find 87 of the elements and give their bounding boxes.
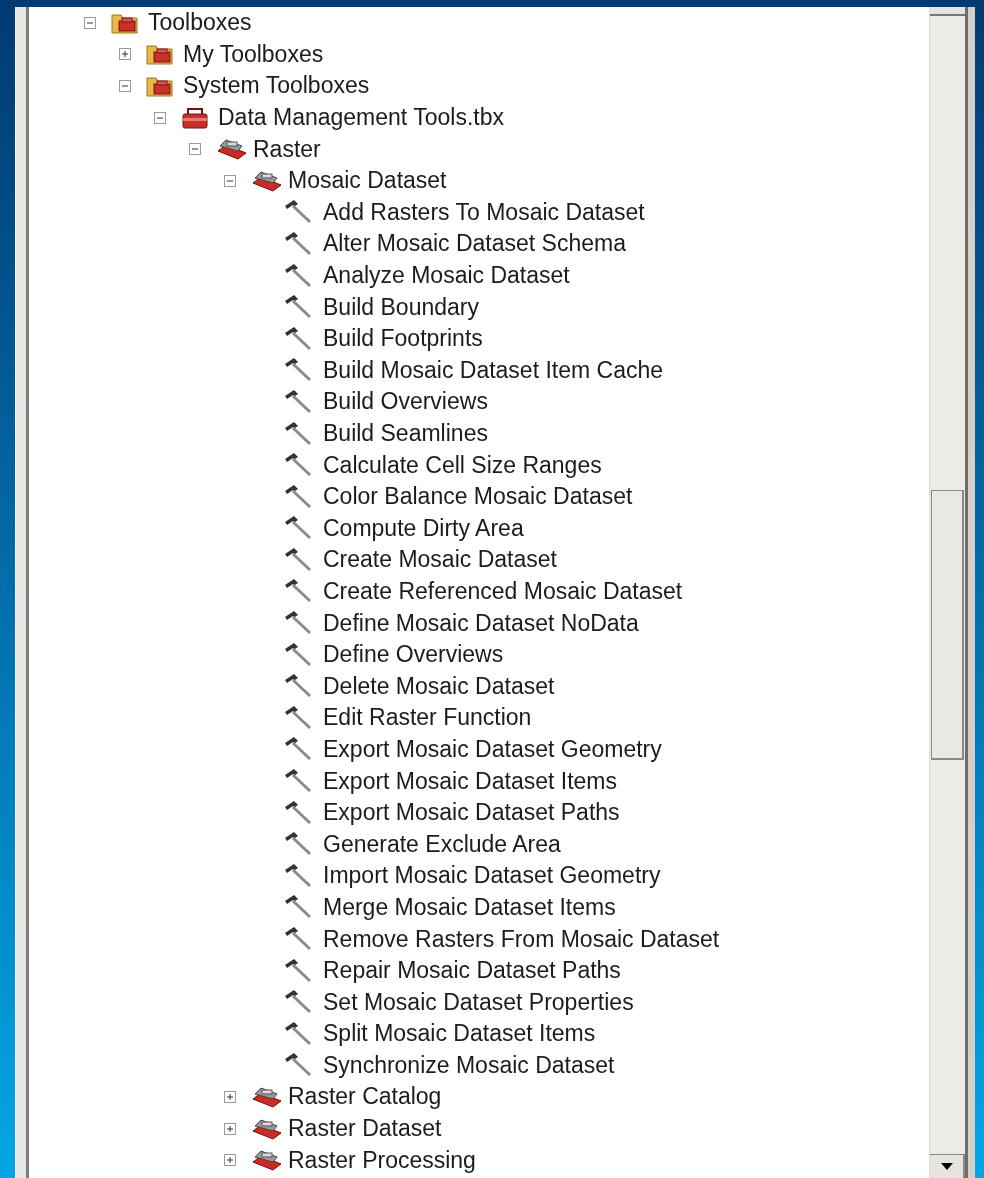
hammer-icon: [283, 483, 313, 510]
tree-item[interactable]: Build Footprints: [323, 327, 483, 351]
hammer-icon: [283, 862, 313, 889]
hammer-icon: [283, 578, 313, 605]
hammer-icon: [283, 1052, 313, 1079]
tree-item[interactable]: My Toolboxes: [183, 42, 324, 66]
hammer-icon: [283, 989, 313, 1016]
hammer-icon: [283, 262, 313, 289]
expand-icon[interactable]: [224, 1091, 236, 1103]
hammer-icon: [283, 641, 313, 668]
tree-item[interactable]: Delete Mosaic Dataset: [323, 674, 555, 698]
collapse-icon[interactable]: [84, 16, 96, 29]
scrollbar-thumb[interactable]: [931, 490, 964, 760]
toolbox-folder-icon: [145, 42, 175, 67]
tree-item[interactable]: Add Rasters To Mosaic Dataset: [323, 200, 645, 224]
tree-item[interactable]: Create Referenced Mosaic Dataset: [323, 580, 683, 603]
hammer-icon: [283, 546, 313, 573]
hammer-icon: [283, 704, 313, 731]
collapse-icon[interactable]: [224, 174, 236, 187]
tree-item[interactable]: Merge Mosaic Dataset Items: [323, 895, 616, 919]
expand-icon[interactable]: [119, 48, 131, 61]
tree-item[interactable]: Synchronize Mosaic Dataset: [323, 1053, 615, 1077]
tree-item[interactable]: Alter Mosaic Dataset Schema: [323, 232, 626, 256]
hammer-icon: [283, 610, 313, 637]
scrollbar[interactable]: [929, 7, 965, 1178]
hammer-icon: [283, 199, 313, 226]
tree-item[interactable]: Define Mosaic Dataset NoData: [323, 611, 639, 635]
tree-item[interactable]: Define Overviews: [323, 643, 504, 667]
tree-item[interactable]: Color Balance Mosaic Dataset: [323, 485, 633, 509]
expand-icon[interactable]: [224, 1122, 236, 1135]
hammer-icon: [283, 768, 313, 795]
toolset-icon: [250, 1148, 284, 1173]
tree-item[interactable]: Repair Mosaic Dataset Paths: [323, 959, 621, 983]
tree-item[interactable]: Build Boundary: [323, 295, 479, 319]
tree-item[interactable]: Build Overviews: [323, 390, 488, 414]
hammer-icon: [283, 894, 313, 921]
hammer-icon: [283, 230, 313, 257]
tree-item[interactable]: Create Mosaic Dataset: [323, 548, 557, 572]
toolset-icon: [250, 1116, 284, 1141]
collapse-icon[interactable]: [119, 80, 131, 92]
tree-item[interactable]: Build Seamlines: [323, 422, 488, 445]
toolset-icon: [250, 168, 284, 193]
scroll-up-button[interactable]: [930, 7, 965, 16]
tree-item[interactable]: Raster Processing: [288, 1148, 476, 1172]
collapse-icon[interactable]: [154, 111, 166, 124]
hammer-icon: [283, 294, 313, 321]
hammer-icon: [283, 831, 313, 858]
hammer-icon: [283, 673, 313, 700]
hammer-icon: [283, 926, 313, 952]
toolset-icon: [250, 1085, 284, 1109]
tree-item[interactable]: Export Mosaic Dataset Items: [323, 769, 617, 793]
hammer-icon: [283, 452, 313, 479]
tree-item[interactable]: Compute Dirty Area: [323, 516, 524, 540]
tree-item[interactable]: Generate Exclude Area: [323, 832, 561, 856]
hammer-icon: [283, 420, 313, 447]
hammer-icon: [283, 388, 313, 415]
toolset-icon: [215, 137, 249, 162]
hammer-icon: [283, 957, 313, 984]
tree-item[interactable]: Calculate Cell Size Ranges: [323, 453, 602, 477]
tree-item[interactable]: Export Mosaic Dataset Geometry: [323, 737, 662, 761]
tree-item[interactable]: System Toolboxes: [183, 74, 370, 98]
tree-item[interactable]: Import Mosaic Dataset Geometry: [323, 864, 661, 888]
down-arrow-icon: [940, 1163, 953, 1170]
tree-item[interactable]: Build Mosaic Dataset Item Cache: [323, 358, 664, 382]
tree-item[interactable]: Mosaic Dataset: [288, 169, 447, 193]
scroll-down-button[interactable]: [930, 1154, 965, 1178]
tree-item[interactable]: Set Mosaic Dataset Properties: [323, 990, 634, 1014]
tree-item[interactable]: Raster: [253, 137, 321, 161]
hammer-icon: [283, 357, 313, 384]
hammer-icon: [283, 325, 313, 352]
hammer-icon: [283, 515, 313, 542]
expand-icon[interactable]: [224, 1154, 236, 1167]
tree-item[interactable]: Raster Dataset: [288, 1117, 442, 1141]
hammer-icon: [283, 1020, 313, 1047]
tree-item[interactable]: Toolboxes: [148, 11, 252, 35]
tree-item[interactable]: Raster Catalog: [288, 1085, 442, 1109]
tree-item[interactable]: Export Mosaic Dataset Paths: [323, 801, 620, 825]
hammer-icon: [283, 799, 313, 826]
tree-item[interactable]: Analyze Mosaic Dataset: [323, 264, 570, 288]
tree-item[interactable]: Data Management Tools.tbx: [218, 106, 504, 130]
splitter-bar[interactable]: [16, 7, 29, 1178]
collapse-icon[interactable]: [189, 143, 201, 156]
hammer-icon: [283, 736, 313, 763]
tree-item[interactable]: Split Mosaic Dataset Items: [323, 1022, 596, 1046]
toolbox-folder-icon: [145, 74, 175, 98]
tree-item[interactable]: Edit Raster Function: [323, 706, 532, 730]
tree-item[interactable]: Remove Rasters From Mosaic Dataset: [323, 927, 720, 951]
